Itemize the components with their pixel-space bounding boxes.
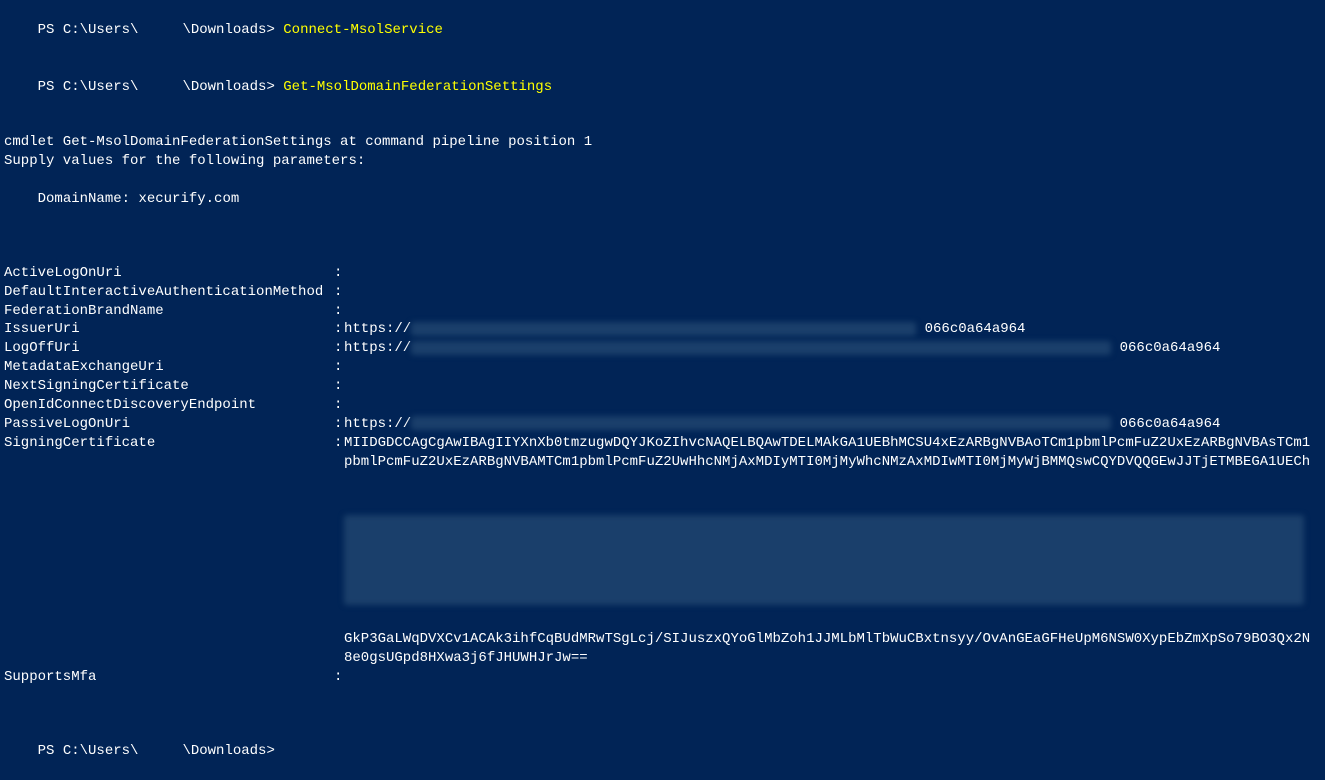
ps-prompt-prefix: PS C:\Users\ bbox=[38, 79, 139, 95]
ps-prompt-suffix: \Downloads> bbox=[182, 22, 274, 38]
prop-value bbox=[344, 668, 1321, 687]
ps-prompt-prefix: PS C:\Users\ bbox=[38, 743, 139, 759]
prop-separator: : bbox=[334, 396, 344, 415]
prop-metadataexchangeuri: MetadataExchangeUri: bbox=[4, 358, 1321, 377]
ps-prompt-suffix: \Downloads> bbox=[182, 79, 274, 95]
url-suffix: 066c0a64a964 bbox=[1120, 416, 1221, 432]
prop-passivelogonuri: PassiveLogOnUri:https:// 066c0a64a964 bbox=[4, 415, 1321, 434]
ps-prompt-prefix: PS C:\Users\ bbox=[38, 22, 139, 38]
prop-value: https:// 066c0a64a964 bbox=[344, 415, 1321, 434]
prompt-line-1: PS C:\Users\ \Downloads> Connect-MsolSer… bbox=[4, 2, 1321, 59]
prop-defaultauthmethod: DefaultInteractiveAuthenticationMethod: bbox=[4, 283, 1321, 302]
prop-key: OpenIdConnectDiscoveryEndpoint bbox=[4, 396, 334, 415]
prop-separator: : bbox=[334, 377, 344, 396]
prop-key: PassiveLogOnUri bbox=[4, 415, 334, 434]
redacted-url-segment bbox=[411, 341, 1111, 355]
prop-separator: : bbox=[334, 358, 344, 377]
terminal-output[interactable]: PS C:\Users\ \Downloads> Connect-MsolSer… bbox=[4, 2, 1321, 780]
redacted-cert-segment bbox=[344, 515, 1304, 605]
prop-key: LogOffUri bbox=[4, 339, 334, 358]
prop-nextsigningcertificate: NextSigningCertificate: bbox=[4, 377, 1321, 396]
url-suffix: 066c0a64a964 bbox=[925, 321, 1026, 337]
prop-key: FederationBrandName bbox=[4, 302, 334, 321]
prop-separator: : bbox=[334, 668, 344, 687]
prop-logoffuri: LogOffUri:https:// 066c0a64a964 bbox=[4, 339, 1321, 358]
prop-supportsmfa: SupportsMfa: bbox=[4, 668, 1321, 687]
ps-prompt-suffix: \Downloads> bbox=[182, 743, 274, 759]
prompt-line-2: PS C:\Users\ \Downloads> Get-MsolDomainF… bbox=[4, 59, 1321, 116]
prop-openidconnectendpoint: OpenIdConnectDiscoveryEndpoint: bbox=[4, 396, 1321, 415]
redacted-url-segment bbox=[411, 416, 1111, 430]
prop-value: https:// 066c0a64a964 bbox=[344, 339, 1321, 358]
prop-key: IssuerUri bbox=[4, 320, 334, 339]
prop-separator: : bbox=[334, 434, 344, 453]
command-getsettings: Get-MsolDomainFederationSettings bbox=[283, 79, 552, 95]
domain-name-value: xecurify.com bbox=[138, 191, 239, 207]
prop-separator: : bbox=[334, 264, 344, 283]
cert-line-3: GkP3GaLWqDVXCv1ACAk3ihfCqBUdMRwTSgLcj/SI… bbox=[4, 630, 1321, 649]
domain-name-input-line: DomainName: xecurify.com bbox=[4, 171, 1321, 228]
cert-redacted-block bbox=[4, 472, 1321, 631]
prop-key: SupportsMfa bbox=[4, 668, 334, 687]
prop-federationbrandname: FederationBrandName: bbox=[4, 302, 1321, 321]
cert-line-1: MIIDGDCCAgCgAwIBAgIIYXnXb0tmzugwDQYJKoZI… bbox=[344, 434, 1321, 453]
url-prefix: https:// bbox=[344, 416, 411, 432]
prop-separator: : bbox=[334, 415, 344, 434]
prop-activelogonuri: ActiveLogOnUri: bbox=[4, 264, 1321, 283]
redacted-url-segment bbox=[411, 322, 916, 336]
prop-key: DefaultInteractiveAuthenticationMethod bbox=[4, 283, 334, 302]
url-prefix: https:// bbox=[344, 340, 411, 356]
cert-line-4: 8e0gsUGpd8HXwa3j6fJHUWHJrJw== bbox=[4, 649, 1321, 668]
domain-name-label: DomainName: bbox=[38, 191, 130, 207]
redacted-username bbox=[138, 21, 182, 40]
prop-value bbox=[344, 358, 1321, 377]
redacted-username bbox=[138, 78, 182, 97]
url-prefix: https:// bbox=[344, 321, 411, 337]
command-connect: Connect-MsolService bbox=[283, 22, 443, 38]
cmdlet-info-line-2: Supply values for the following paramete… bbox=[4, 152, 1321, 171]
prop-issueruri: IssuerUri:https:// 066c0a64a964 bbox=[4, 320, 1321, 339]
prop-signingcertificate: SigningCertificate:MIIDGDCCAgCgAwIBAgIIY… bbox=[4, 434, 1321, 453]
cmdlet-info-line-1: cmdlet Get-MsolDomainFederationSettings … bbox=[4, 133, 1321, 152]
prop-separator: : bbox=[334, 339, 344, 358]
prop-key: MetadataExchangeUri bbox=[4, 358, 334, 377]
prop-separator: : bbox=[334, 283, 344, 302]
prop-value bbox=[344, 264, 1321, 283]
url-suffix: 066c0a64a964 bbox=[1120, 340, 1221, 356]
prompt-line-final[interactable]: PS C:\Users\ \Downloads> bbox=[4, 723, 1321, 780]
prop-value: https:// 066c0a64a964 bbox=[344, 320, 1321, 339]
prop-key: NextSigningCertificate bbox=[4, 377, 334, 396]
prop-separator: : bbox=[334, 302, 344, 321]
prop-key: SigningCertificate bbox=[4, 434, 334, 453]
prop-key: ActiveLogOnUri bbox=[4, 264, 334, 283]
prop-separator: : bbox=[334, 320, 344, 339]
prop-value bbox=[344, 283, 1321, 302]
prop-value bbox=[344, 377, 1321, 396]
cert-line-2: pbmlPcmFuZ2UxEzARBgNVBAMTCm1pbmlPcmFuZ2U… bbox=[4, 453, 1321, 472]
prop-value bbox=[344, 396, 1321, 415]
redacted-username bbox=[138, 742, 182, 761]
prop-value bbox=[344, 302, 1321, 321]
